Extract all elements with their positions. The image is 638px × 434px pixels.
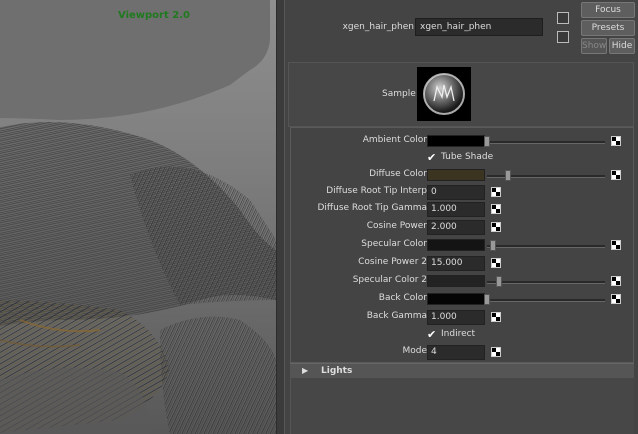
diffuse-color-label: Diffuse Color <box>369 169 427 179</box>
specular-color-2-label: Specular Color 2 <box>352 275 427 285</box>
cosine-power-field[interactable]: 2.000 <box>427 220 485 235</box>
back-color-slider[interactable] <box>487 299 605 302</box>
mode-map-button[interactable] <box>491 347 501 357</box>
node-name-row: xgen_hair_phen: xgen_hair_phen <box>285 18 545 38</box>
hair-render <box>0 0 276 434</box>
cosine-power-label: Cosine Power <box>366 221 427 231</box>
diffuse-color-swatch[interactable] <box>427 169 485 181</box>
back-color-row: Back Color <box>291 291 635 308</box>
attributes-section: Ambient Color ✔ Tube Shade Diffuse Color… <box>290 127 634 363</box>
ambient-color-swatch[interactable] <box>427 135 485 147</box>
diffuse-root-tip-gamma-map-button[interactable] <box>491 204 501 214</box>
output-connections-icon[interactable] <box>557 31 569 43</box>
ambient-color-row: Ambient Color <box>291 133 635 150</box>
back-color-map-button[interactable] <box>611 294 621 304</box>
indirect-checkbox[interactable]: ✔ <box>427 329 439 341</box>
ambient-color-label: Ambient Color <box>362 135 427 145</box>
cosine-power-2-row: Cosine Power 2 15.000 <box>291 255 635 272</box>
back-color-label: Back Color <box>378 293 427 303</box>
back-gamma-row: Back Gamma 1.000 <box>291 309 635 326</box>
ambient-color-slider-handle[interactable] <box>484 136 490 147</box>
specular-color-2-slider-handle[interactable] <box>495 276 502 287</box>
diffuse-root-tip-interp-map-button[interactable] <box>491 187 501 197</box>
diffuse-root-tip-interp-field[interactable]: 0 <box>427 185 485 200</box>
diffuse-color-row: Diffuse Color <box>291 167 635 184</box>
panel-divider[interactable] <box>276 0 285 434</box>
node-name-label: xgen_hair_phen: <box>342 22 417 32</box>
lights-label: Lights <box>321 366 353 376</box>
cosine-power-2-map-button[interactable] <box>491 258 501 268</box>
indirect-row: ✔ Indirect <box>291 327 635 344</box>
tube-shade-label: Tube Shade <box>441 152 494 162</box>
expand-arrow-icon[interactable]: ▶ <box>302 366 308 375</box>
specular-color-swatch[interactable] <box>427 239 485 251</box>
sample-swatch <box>417 67 471 121</box>
focus-button[interactable]: Focus <box>581 2 635 18</box>
back-color-swatch[interactable] <box>427 293 485 305</box>
mode-field[interactable]: 4 <box>427 345 485 360</box>
specular-color-2-slider[interactable] <box>487 281 605 284</box>
diffuse-root-tip-interp-row: Diffuse Root Tip Interp 0 <box>291 184 635 201</box>
mode-row: Mode 4 <box>291 344 635 361</box>
diffuse-color-map-button[interactable] <box>611 170 621 180</box>
specular-color-slider[interactable] <box>487 245 605 248</box>
tube-shade-row: ✔ Tube Shade <box>291 150 635 167</box>
diffuse-root-tip-gamma-field[interactable]: 1.000 <box>427 202 485 217</box>
cosine-power-map-button[interactable] <box>491 222 501 232</box>
diffuse-root-tip-gamma-label: Diffuse Root Tip Gamma <box>317 203 427 213</box>
specular-color-2-map-button[interactable] <box>611 276 621 286</box>
cosine-power-2-field[interactable]: 15.000 <box>427 256 485 271</box>
sample-label: Sample <box>382 89 416 99</box>
input-connections-icon[interactable] <box>557 12 569 24</box>
cosine-power-2-label: Cosine Power 2 <box>358 257 427 267</box>
specular-color-map-button[interactable] <box>611 240 621 250</box>
tube-shade-checkbox[interactable]: ✔ <box>427 152 439 164</box>
show-button[interactable]: Show <box>581 38 607 54</box>
specular-color-slider-handle[interactable] <box>489 240 496 251</box>
attribute-editor: xgen_hair_phen: xgen_hair_phen Focus Pre… <box>285 0 638 434</box>
viewport-label: Viewport 2.0 <box>118 10 190 21</box>
lower-panel <box>290 378 634 434</box>
back-color-slider-handle[interactable] <box>484 294 490 305</box>
cosine-power-row: Cosine Power 2.000 <box>291 219 635 236</box>
indirect-label: Indirect <box>441 329 476 339</box>
ambient-color-slider[interactable] <box>487 141 605 144</box>
specular-color-2-row: Specular Color 2 <box>291 273 635 290</box>
viewport-panel[interactable]: Viewport 2.0 <box>0 0 276 434</box>
specular-color-2-swatch[interactable] <box>427 275 485 287</box>
back-gamma-label: Back Gamma <box>366 311 427 321</box>
diffuse-color-slider-handle[interactable] <box>505 170 512 181</box>
node-name-field[interactable]: xgen_hair_phen <box>415 18 543 36</box>
presets-button[interactable]: Presets <box>581 20 635 36</box>
lights-section-header[interactable]: ▶ Lights <box>290 363 634 378</box>
ambient-color-map-button[interactable] <box>611 136 621 146</box>
diffuse-root-tip-interp-label: Diffuse Root Tip Interp <box>326 186 427 196</box>
back-gamma-field[interactable]: 1.000 <box>427 310 485 325</box>
diffuse-root-tip-gamma-row: Diffuse Root Tip Gamma 1.000 <box>291 201 635 218</box>
specular-color-row: Specular Color <box>291 237 635 254</box>
specular-color-label: Specular Color <box>361 239 427 249</box>
mode-label: Mode <box>402 346 427 356</box>
hide-button[interactable]: Hide <box>609 38 635 54</box>
back-gamma-map-button[interactable] <box>491 312 501 322</box>
